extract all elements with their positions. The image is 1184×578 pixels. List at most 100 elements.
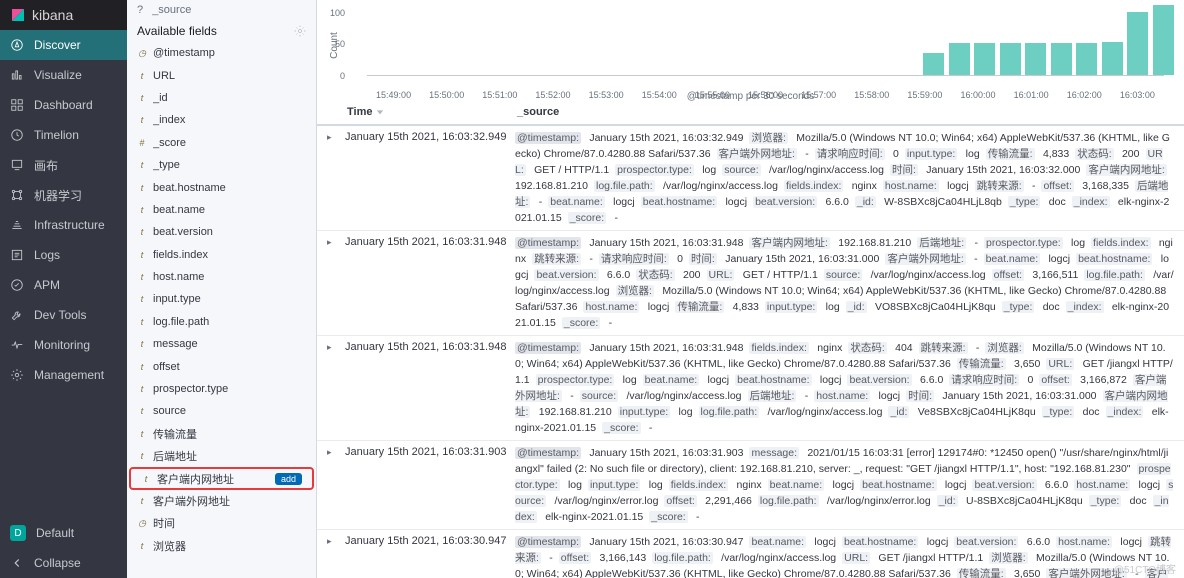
collapse-label: Collapse [34, 556, 81, 570]
field-_index[interactable]: t_index [127, 109, 316, 131]
histogram-bar[interactable] [1127, 12, 1148, 75]
doc-source[interactable]: @timestamp: January 15th 2021, 16:03:30.… [515, 534, 1174, 578]
expand-row-icon[interactable]: ▸ [327, 130, 345, 226]
field-type-icon: t [141, 474, 151, 484]
add-field-button[interactable]: add [275, 473, 302, 485]
chevron-left-icon [10, 556, 24, 570]
doc-source[interactable]: @timestamp: January 15th 2021, 16:03:31.… [515, 340, 1174, 436]
doc-time: January 15th 2021, 16:03:31.903 [345, 445, 515, 525]
source-type-icon: ? [137, 4, 143, 16]
source-field-label[interactable]: _source [152, 4, 191, 16]
canvas-icon [10, 158, 24, 172]
field-客户端内网地址[interactable]: t客户端内网地址add [129, 467, 314, 489]
collapse-nav[interactable]: Collapse [0, 548, 127, 578]
field-type-icon: t [137, 93, 147, 103]
nav-management[interactable]: Management [0, 360, 127, 390]
doc-source[interactable]: @timestamp: January 15th 2021, 16:03:32.… [515, 130, 1174, 226]
left-nav: kibana DiscoverVisualizeDashboardTimelio… [0, 0, 127, 578]
field-type-icon: ◷ [137, 48, 147, 59]
nav-dashboard[interactable]: Dashboard [0, 90, 127, 120]
space-label: Default [36, 526, 74, 540]
field-type-icon: ◷ [137, 518, 147, 529]
doc-time: January 15th 2021, 16:03:30.947 [345, 534, 515, 578]
nav-infrastructure[interactable]: Infrastructure [0, 210, 127, 240]
field-传输流量[interactable]: t传输流量 [127, 423, 316, 445]
field-_score[interactable]: #_score [127, 132, 316, 154]
ml-icon [10, 188, 24, 202]
gear-icon[interactable] [294, 25, 306, 37]
document-row: ▸January 15th 2021, 16:03:30.947@timesta… [317, 530, 1184, 578]
field-type-icon: t [137, 406, 147, 416]
histogram-bar[interactable] [923, 53, 944, 75]
field-beat.name[interactable]: tbeat.name [127, 199, 316, 221]
space-pill: D [10, 525, 26, 541]
field-type-icon: t [137, 160, 147, 170]
field-offset[interactable]: toffset [127, 355, 316, 377]
available-fields-label: Available fields [137, 24, 217, 38]
histogram-bar[interactable] [1051, 43, 1072, 75]
field-beat.hostname[interactable]: tbeat.hostname [127, 176, 316, 198]
available-fields-header[interactable]: Available fields [127, 20, 316, 42]
nav-画布[interactable]: 画布 [0, 150, 127, 180]
kibana-logo[interactable]: kibana [0, 0, 127, 30]
expand-row-icon[interactable]: ▸ [327, 340, 345, 436]
main-content: Count 050100 15:49:0015:50:0015:51:0015:… [317, 0, 1184, 578]
nav-timelion[interactable]: Timelion [0, 120, 127, 150]
expand-row-icon[interactable]: ▸ [327, 235, 345, 331]
doc-source[interactable]: @timestamp: January 15th 2021, 16:03:31.… [515, 235, 1174, 331]
histogram-bar[interactable] [974, 43, 995, 75]
field-type-icon: t [137, 272, 147, 282]
field-type-icon: t [137, 294, 147, 304]
histogram-bar[interactable] [949, 43, 970, 75]
doc-time: January 15th 2021, 16:03:31.948 [345, 340, 515, 436]
field-type-icon: t [137, 71, 147, 81]
doc-source[interactable]: @timestamp: January 15th 2021, 16:03:31.… [515, 445, 1174, 525]
document-row: ▸January 15th 2021, 16:03:31.948@timesta… [317, 231, 1184, 336]
histogram-bar[interactable] [1000, 43, 1021, 75]
field-后端地址[interactable]: t后端地址 [127, 445, 316, 467]
expand-row-icon[interactable]: ▸ [327, 534, 345, 578]
document-row: ▸January 15th 2021, 16:03:31.903@timesta… [317, 441, 1184, 530]
field-type-icon: # [137, 138, 147, 148]
col-time[interactable]: Time [347, 106, 517, 118]
field-source[interactable]: tsource [127, 400, 316, 422]
field-message[interactable]: tmessage [127, 333, 316, 355]
nav-discover[interactable]: Discover [0, 30, 127, 60]
expand-row-icon[interactable]: ▸ [327, 445, 345, 525]
space-default[interactable]: D Default [0, 518, 127, 548]
field-prospector.type[interactable]: tprospector.type [127, 378, 316, 400]
field-@timestamp[interactable]: ◷@timestamp [127, 42, 316, 64]
nav-dev tools[interactable]: Dev Tools [0, 300, 127, 330]
histogram-bar[interactable] [1102, 42, 1123, 75]
sort-desc-icon [376, 108, 384, 116]
field-host.name[interactable]: thost.name [127, 266, 316, 288]
field-type-icon: t [137, 541, 147, 551]
field-客户端外网地址[interactable]: t客户端外网地址 [127, 490, 316, 512]
clock-icon [10, 128, 24, 142]
field-type-icon: t [137, 115, 147, 125]
field-URL[interactable]: tURL [127, 64, 316, 86]
field-type-icon: t [137, 451, 147, 461]
brand-label: kibana [32, 7, 73, 23]
histogram-bar[interactable] [1153, 5, 1174, 75]
histogram-chart[interactable]: Count 050100 15:49:0015:50:0015:51:0015:… [317, 0, 1184, 100]
field-_id[interactable]: t_id [127, 87, 316, 109]
field-时间[interactable]: ◷时间 [127, 512, 316, 534]
nav-logs[interactable]: Logs [0, 240, 127, 270]
histogram-bar[interactable] [1025, 43, 1046, 75]
compass-icon [10, 38, 24, 52]
nav-visualize[interactable]: Visualize [0, 60, 127, 90]
field-beat.version[interactable]: tbeat.version [127, 221, 316, 243]
histogram-bar[interactable] [1076, 43, 1097, 75]
field-_type[interactable]: t_type [127, 154, 316, 176]
field-input.type[interactable]: tinput.type [127, 288, 316, 310]
col-source[interactable]: _source [517, 106, 1174, 118]
nav-机器学习[interactable]: 机器学习 [0, 180, 127, 210]
field-浏览器[interactable]: t浏览器 [127, 535, 316, 557]
field-log.file.path[interactable]: tlog.file.path [127, 311, 316, 333]
field-fields.index[interactable]: tfields.index [127, 244, 316, 266]
field-type-icon: t [137, 362, 147, 372]
nav-monitoring[interactable]: Monitoring [0, 330, 127, 360]
heart-icon [10, 338, 24, 352]
nav-apm[interactable]: APM [0, 270, 127, 300]
